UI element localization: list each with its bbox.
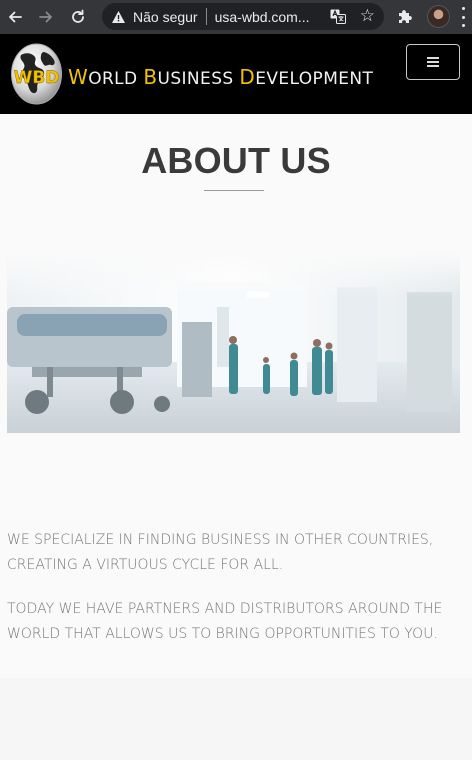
browser-toolbar: Não segur usa-wbd.com... ☆	[0, 0, 472, 34]
site-header: WBD WORLD BUSINESS DEVELOPMENT	[0, 34, 472, 114]
brand-rest-2: USINESS	[157, 69, 234, 89]
hamburger-icon	[427, 57, 439, 67]
url-text[interactable]: usa-wbd.com...	[215, 9, 311, 25]
brand-rest-1: ORLD	[88, 69, 138, 89]
page-title: ABOUT US	[141, 140, 331, 181]
brand-initial-3: D	[239, 65, 256, 89]
reload-icon[interactable]	[63, 0, 93, 34]
extensions-puzzle-icon[interactable]	[396, 8, 414, 26]
hamburger-menu-button[interactable]	[406, 44, 460, 80]
about-paragraph-1: We specialize in finding business in oth…	[7, 532, 434, 573]
bookmark-star-icon[interactable]: ☆	[360, 6, 375, 26]
profile-avatar[interactable]	[427, 5, 450, 28]
about-paragraph-2: Today we have partners and distributors …	[7, 601, 443, 642]
logo-letters: WBD	[14, 68, 60, 88]
address-bar[interactable]: Não segur usa-wbd.com... ☆	[102, 3, 384, 30]
brand-rest-3: EVELOPMENT	[255, 69, 374, 89]
back-arrow-icon[interactable]	[0, 0, 30, 34]
brand-initial-1: W	[68, 65, 89, 89]
brand-initial-2: B	[143, 65, 158, 89]
section-footer-band	[0, 678, 472, 760]
omnibox-divider	[205, 8, 207, 25]
title-divider	[204, 190, 264, 191]
brand-name[interactable]: WORLD BUSINESS DEVELOPMENT	[68, 65, 373, 89]
logo-globe-icon[interactable]: WBD	[11, 43, 62, 105]
warning-icon[interactable]	[110, 9, 126, 25]
hospital-corridor-image	[7, 252, 460, 433]
forward-arrow-icon[interactable]	[31, 0, 61, 34]
security-status-label[interactable]: Não segur	[133, 9, 198, 25]
translate-icon[interactable]	[330, 9, 346, 24]
browser-menu-icon[interactable]	[460, 7, 466, 27]
